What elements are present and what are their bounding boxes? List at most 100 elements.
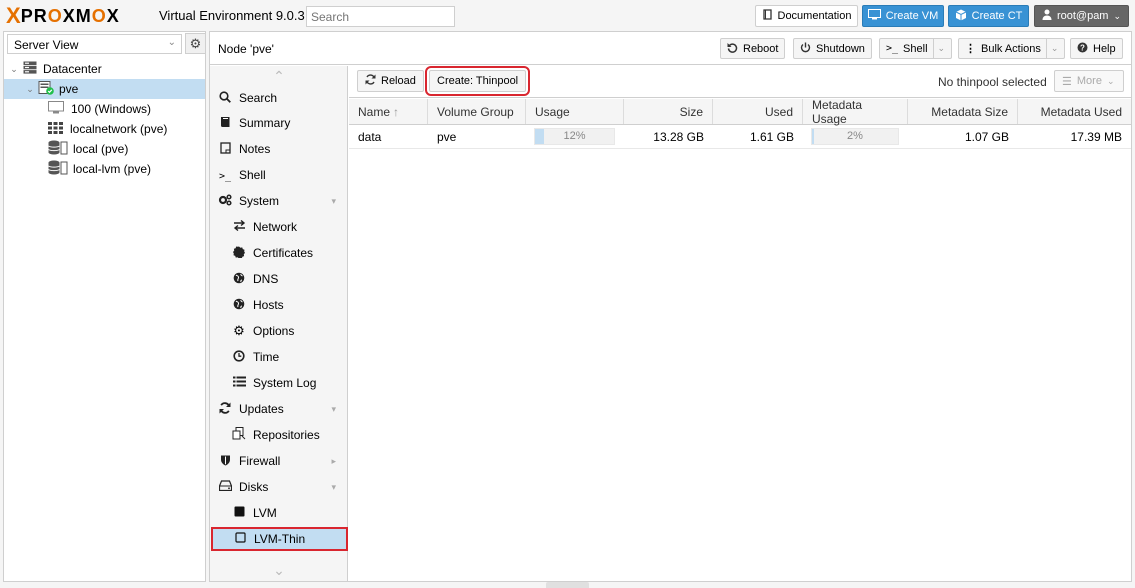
column-header-usage[interactable]: Usage (526, 99, 624, 124)
nav-item-label: Search (239, 91, 278, 105)
bottom-panel-handle[interactable] (546, 582, 589, 588)
vm-icon (48, 101, 64, 117)
sdn-icon (48, 121, 63, 137)
nav-item-repositories[interactable]: Repositories (210, 423, 348, 447)
hdd-icon (218, 480, 232, 494)
nav-item-system-log[interactable]: System Log (210, 371, 348, 395)
search-input[interactable] (306, 6, 455, 27)
scroll-down-icon[interactable]: ⌄ (210, 562, 348, 579)
nav-item-disks[interactable]: Disks ▾ (210, 475, 348, 499)
nav-item-label: Disks (239, 480, 269, 494)
cube-icon (955, 9, 967, 24)
cell-volume-group: pve (437, 129, 457, 144)
book-icon (762, 9, 773, 23)
metadata-usage-progress-bar: 2% (811, 128, 899, 145)
clock-icon (232, 349, 246, 365)
column-header-metadata-size[interactable]: Metadata Size (908, 99, 1018, 124)
exchange-icon (232, 219, 246, 234)
nav-item-notes[interactable]: Notes (210, 137, 348, 161)
desktop-icon (867, 9, 881, 23)
nav-item-label: LVM-Thin (254, 532, 306, 546)
collapse-icon[interactable]: ⌄ (24, 84, 36, 95)
user-menu-button[interactable]: root@pam ⌄ (1034, 5, 1129, 27)
tree-item-vm-100[interactable]: 100 (Windows) (4, 99, 205, 119)
nav-item-firewall[interactable]: Firewall ▸ (210, 449, 348, 473)
column-header-volume-group[interactable]: Volume Group (428, 99, 526, 124)
power-off-icon (800, 42, 811, 56)
more-button[interactable]: ☰ More ⌄ (1054, 70, 1124, 92)
tree-item-datacenter[interactable]: ⌄ Datacenter (4, 59, 205, 79)
create-thinpool-button[interactable]: Create: Thinpool (424, 66, 531, 96)
tree-item-pve[interactable]: ⌄ pve (4, 79, 205, 99)
nav-item-label: DNS (253, 272, 279, 286)
question-circle-icon: ? (1077, 42, 1088, 56)
nav-item-updates[interactable]: Updates ▾ (210, 397, 348, 421)
chevron-down-icon[interactable]: ⌄ (932, 39, 945, 58)
reload-button[interactable]: Reload (357, 70, 424, 92)
terminal-icon: >_ (218, 171, 232, 182)
tree-item-localnetwork[interactable]: localnetwork (pve) (4, 119, 205, 139)
product-version: Virtual Environment 9.0.3 (159, 8, 305, 23)
nav-item-certificates[interactable]: Certificates (210, 241, 348, 265)
files-icon (232, 427, 246, 443)
reboot-button[interactable]: Reboot (720, 38, 786, 59)
nav-item-summary[interactable]: Summary (210, 111, 348, 135)
documentation-button[interactable]: Documentation (755, 5, 858, 27)
nav-item-lvm-thin[interactable]: LVM-Thin (211, 527, 348, 551)
table-row[interactable]: data pve 12% 13.28 GB 1.61 GB 2% 1.07 GB… (349, 125, 1131, 149)
expand-right-icon[interactable]: ▸ (331, 456, 336, 467)
nav-item-hosts[interactable]: Hosts (210, 293, 348, 317)
nav-item-dns[interactable]: DNS (210, 267, 348, 291)
nav-item-options[interactable]: ⚙ Options (210, 319, 348, 343)
page-title: Node 'pve' (218, 42, 274, 56)
user-icon (1042, 9, 1052, 23)
nav-item-label: Summary (239, 116, 291, 130)
nav-item-system[interactable]: System ▾ (210, 189, 348, 213)
column-header-name[interactable]: Name ↑ (349, 99, 428, 124)
tree-item-local-lvm[interactable]: local-lvm (pve) (4, 159, 205, 179)
cell-name: data (358, 129, 382, 144)
nav-item-label: Repositories (253, 428, 320, 442)
storage-icon (48, 140, 68, 158)
create-ct-button[interactable]: Create CT (948, 5, 1029, 27)
list-icon (232, 376, 246, 390)
collapse-icon[interactable]: ⌄ (8, 64, 20, 75)
scroll-up-icon[interactable]: ⌃ (210, 68, 348, 85)
bulk-actions-button[interactable]: ⋮ Bulk Actions ⌄ (958, 38, 1066, 59)
view-selector[interactable]: Server View ⌄ (7, 34, 182, 54)
shield-icon (218, 454, 232, 469)
collapse-down-icon[interactable]: ▾ (331, 404, 336, 415)
column-header-metadata-used[interactable]: Metadata Used (1018, 99, 1131, 124)
collapse-down-icon[interactable]: ▾ (331, 196, 336, 207)
tree-item-local[interactable]: local (pve) (4, 139, 205, 159)
node-toolbar: Node 'pve' Reboot Shutdown >_ Shell ⌄ ⋮ … (210, 32, 1131, 65)
shutdown-button[interactable]: Shutdown (793, 38, 872, 59)
square-outline-icon (233, 532, 247, 546)
nav-item-lvm[interactable]: LVM (210, 501, 348, 525)
node-online-icon (38, 80, 54, 98)
nav-item-network[interactable]: Network (210, 215, 348, 239)
refresh-icon (218, 401, 232, 417)
gear-icon: ⚙ (233, 323, 245, 338)
help-button[interactable]: ? Help (1070, 38, 1123, 59)
column-header-size[interactable]: Size (624, 99, 713, 124)
square-icon (232, 506, 246, 520)
nav-item-time[interactable]: Time (210, 345, 348, 369)
ellipsis-icon: ⋮ (965, 43, 976, 55)
nav-item-shell[interactable]: >_ Shell (210, 163, 348, 187)
cell-usage: 12% (526, 125, 624, 148)
create-vm-button[interactable]: Create VM (862, 5, 944, 27)
nav-item-search[interactable]: Search (210, 86, 348, 110)
proxmox-logo[interactable]: X PROXMOX (6, 3, 120, 28)
gear-icon[interactable]: ⚙ (185, 33, 206, 54)
top-bar: XPROXMOX Virtual Environment 9.0.3 Docum… (0, 0, 1135, 32)
column-header-used[interactable]: Used (713, 99, 803, 124)
shell-button[interactable]: >_ Shell ⌄ (879, 38, 953, 59)
chevron-down-icon: ⌄ (1113, 10, 1122, 21)
column-header-metadata-usage[interactable]: Metadata Usage (803, 98, 908, 126)
chevron-down-icon[interactable]: ⌄ (1045, 39, 1058, 58)
globe-icon (232, 272, 246, 287)
book-icon (218, 116, 232, 131)
collapse-down-icon[interactable]: ▾ (331, 482, 336, 493)
nav-item-label: Time (253, 350, 280, 364)
